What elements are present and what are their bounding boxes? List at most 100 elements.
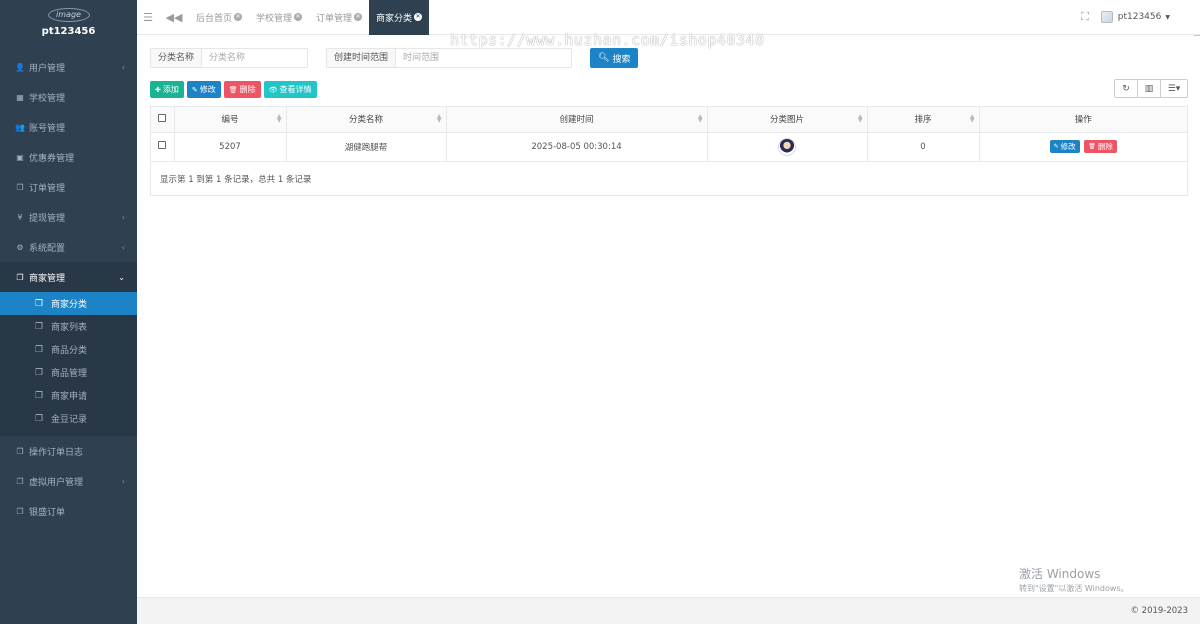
- submenu-item-label: 商家分类: [51, 300, 88, 310]
- sidebar-item[interactable]: 👤 用户管理 ‹: [0, 52, 137, 82]
- sidebar-item-label: 系统配置: [29, 243, 66, 254]
- fullscreen-icon[interactable]: ⛶: [1081, 10, 1089, 24]
- top-username[interactable]: pt123456: [1118, 12, 1162, 22]
- submenu-item[interactable]: ❐ 商家申请: [0, 384, 137, 407]
- header-name[interactable]: 分类名称 ▲ ▼: [286, 107, 447, 133]
- category-image[interactable]: [778, 137, 796, 156]
- avatar[interactable]: [1100, 11, 1113, 23]
- sort-icon: ▲ ▼: [969, 113, 975, 124]
- sidebar-item[interactable]: ❐ 商家管理 ⌄: [0, 262, 137, 292]
- edit-button[interactable]: ✎ 修改: [186, 81, 221, 98]
- list-toggle-icon[interactable]: ☰▾: [1160, 79, 1188, 98]
- close-icon[interactable]: ✕: [354, 13, 363, 21]
- pencil-icon: ✎: [191, 85, 198, 94]
- plus-icon: ✚: [155, 85, 161, 94]
- sidebar-item[interactable]: ⚙ 系统配置 ‹: [0, 232, 137, 262]
- page-icon: ❐: [35, 390, 44, 401]
- search-button-label: 搜索: [612, 54, 631, 65]
- submenu-item-label: 金豆记录: [51, 415, 88, 425]
- sort-icon: ▲ ▼: [276, 113, 282, 124]
- name-filter-input[interactable]: [202, 49, 308, 67]
- chevron-icon: ⌄: [118, 272, 125, 282]
- header-id[interactable]: 编号 ▲ ▼: [174, 107, 287, 133]
- top-bar: ☰ ◀◀ 后台首页 ✕ 学校管理 ✕ 订单管理 ✕ 商家分类 ✕ ⛶ pt123456 ▼: [137, 0, 1200, 35]
- sidebar-item[interactable]: ▣ 优惠券管理: [0, 142, 137, 172]
- close-icon[interactable]: ✕: [294, 13, 303, 21]
- trash-icon: 🗑︎: [228, 85, 238, 94]
- pencil-icon: ✎: [1053, 143, 1059, 150]
- sidebar: image pt123456 👤 用户管理 ‹ ▦ 学校管理 👥 账号管理 ▣ 优惠券管理 ❐ 订单…: [0, 0, 137, 624]
- bank-order-icon: ❐: [16, 506, 24, 516]
- page-icon: ❐: [35, 321, 44, 332]
- menu-toggle-icon[interactable]: ☰: [137, 0, 159, 35]
- submenu-item-label: 商品管理: [51, 369, 88, 379]
- header-created[interactable]: 创建时间 ▲ ▼: [446, 107, 708, 133]
- time-filter-label: 创建时间范围: [327, 49, 397, 67]
- add-button[interactable]: ✚ 添加: [150, 81, 184, 98]
- tab-scroll-left-icon[interactable]: ◀◀: [163, 0, 185, 35]
- submenu-merchant: ❐ 商家分类 ❐ 商家列表 ❐ 商品分类 ❐ 商品管理 ❐ 商家申请 ❐ 金豆记录: [0, 292, 137, 436]
- sidebar-item[interactable]: ❐ 订单管理: [0, 172, 137, 202]
- tab-label: 后台首页: [196, 13, 233, 24]
- page-icon: ❐: [35, 413, 44, 424]
- cell-id: 5207: [174, 132, 287, 162]
- view-details-button[interactable]: 👁︎ 查看详情: [263, 81, 317, 98]
- edit-button-label: 修改: [199, 85, 216, 94]
- submenu-item[interactable]: ❐ 商品分类: [0, 338, 137, 361]
- sidebar-item-label: 商家管理: [29, 273, 66, 284]
- row-select-cell: [151, 132, 175, 162]
- search-button[interactable]: 🔍︎ 搜索: [590, 48, 639, 68]
- header-sort[interactable]: 排序 ▲ ▼: [867, 107, 980, 133]
- sidebar-item[interactable]: 👥 账号管理: [0, 112, 137, 142]
- delete-button[interactable]: 🗑︎ 删除: [223, 81, 261, 98]
- cell-actions: ✎ 修改 🗑︎ 删除: [979, 132, 1187, 162]
- sidebar-item[interactable]: ¥ 提现管理 ‹: [0, 202, 137, 232]
- row-delete-button[interactable]: 🗑︎ 删除: [1084, 140, 1117, 153]
- close-icon[interactable]: ✕: [234, 13, 243, 21]
- action-toolbar: ✚ 添加 ✎ 修改 🗑︎ 删除 👁︎ 查看详情: [150, 81, 320, 98]
- close-icon[interactable]: ✕: [414, 13, 423, 21]
- caret-down-icon[interactable]: ▼: [1165, 14, 1170, 21]
- header-actions: 操作: [979, 107, 1187, 133]
- sidebar-item[interactable]: ▦ 学校管理: [0, 82, 137, 112]
- submenu-item[interactable]: ❐ 商品管理: [0, 361, 137, 384]
- header-image[interactable]: 分类图片 ▲ ▼: [707, 107, 868, 133]
- sidebar-item[interactable]: ❐ 银盛订单: [0, 496, 137, 526]
- submenu-item-label: 商家列表: [51, 323, 88, 333]
- select-all-checkbox[interactable]: [158, 113, 167, 122]
- row-edit-label: 修改: [1060, 142, 1076, 151]
- refresh-icon[interactable]: ↻: [1114, 79, 1138, 98]
- tab[interactable]: 订单管理 ✕: [309, 0, 369, 35]
- header-name-label: 分类名称: [348, 115, 383, 126]
- eye-icon: 👁︎: [268, 85, 278, 94]
- sidebar-item-label: 操作订单日志: [29, 447, 84, 458]
- main-content: https://www.huzhan.com/ishop40340 分类名称 创…: [137, 31, 1200, 597]
- brand-logo: image: [47, 8, 90, 22]
- users-icon: 👥: [15, 122, 25, 132]
- header-sort-label: 排序: [914, 115, 932, 126]
- submenu-item[interactable]: ❐ 商家分类: [0, 292, 137, 315]
- tab-label: 订单管理: [316, 13, 353, 24]
- sidebar-item[interactable]: ❐ 操作订单日志: [0, 436, 137, 466]
- tab[interactable]: 学校管理 ✕: [249, 0, 309, 35]
- sidebar-item[interactable]: ❐ 虚拟用户管理 ‹: [0, 466, 137, 496]
- user-icon: 👤: [15, 62, 25, 72]
- columns-icon[interactable]: ▥: [1137, 79, 1161, 98]
- name-filter: 分类名称: [150, 48, 309, 68]
- table-row: 5207 湖健跑腿帮 2025-08-05 00:30:14 0 ✎ 修改 🗑︎ 删…: [151, 132, 1187, 162]
- table-tools: ↻ ▥ ☰▾: [1114, 79, 1188, 98]
- submenu-item[interactable]: ❐ 商家列表: [0, 315, 137, 338]
- sidebar-item-label: 用户管理: [29, 63, 66, 74]
- tab[interactable]: 商家分类 ✕: [369, 0, 430, 35]
- sort-icon: ▲ ▼: [857, 113, 863, 124]
- row-edit-button[interactable]: ✎ 修改: [1049, 140, 1080, 153]
- delete-button-label: 删除: [239, 85, 256, 94]
- time-filter-input[interactable]: [396, 49, 572, 67]
- brand: image pt123456: [0, 0, 137, 52]
- watermark: https://www.huzhan.com/ishop40340: [450, 31, 765, 49]
- submenu-item[interactable]: ❐ 金豆记录: [0, 407, 137, 430]
- tab[interactable]: 后台首页 ✕: [189, 0, 249, 35]
- row-checkbox[interactable]: [158, 141, 167, 149]
- submenu-item-label: 商品分类: [51, 346, 88, 356]
- virtual-user-icon: ❐: [16, 476, 24, 486]
